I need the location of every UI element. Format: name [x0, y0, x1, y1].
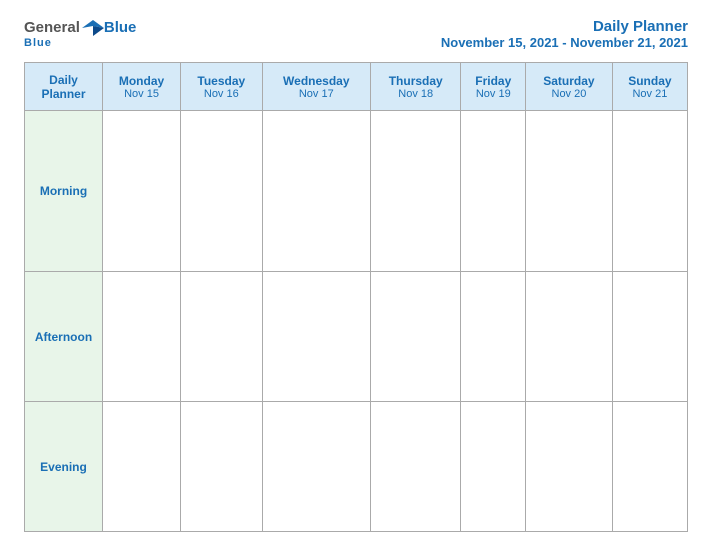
- cell-afternoon-thu[interactable]: [370, 272, 460, 402]
- cell-evening-wed[interactable]: [262, 402, 370, 532]
- logo-bird-icon: [82, 18, 104, 36]
- col-header-label: Daily Planner: [25, 63, 103, 111]
- col-header-wed: Wednesday Nov 17: [262, 63, 370, 111]
- title-main: Daily Planner: [441, 18, 688, 35]
- header-row: Daily Planner Monday Nov 15 Tuesday Nov …: [25, 63, 688, 111]
- page: General Blue Blue Daily Planner November…: [0, 0, 712, 550]
- cell-morning-mon[interactable]: [103, 111, 181, 272]
- calendar-table: Daily Planner Monday Nov 15 Tuesday Nov …: [24, 62, 688, 532]
- cell-evening-thu[interactable]: [370, 402, 460, 532]
- col-label-planner: Planner: [29, 87, 98, 101]
- logo-area: General Blue Blue: [24, 18, 136, 49]
- col-header-sun: Sunday Nov 21: [612, 63, 687, 111]
- time-label-afternoon: Afternoon: [25, 272, 103, 402]
- cell-morning-wed[interactable]: [262, 111, 370, 272]
- cell-afternoon-sat[interactable]: [526, 272, 613, 402]
- time-label-evening: Evening: [25, 402, 103, 532]
- row-evening: Evening: [25, 402, 688, 532]
- cell-afternoon-tue[interactable]: [181, 272, 263, 402]
- cell-morning-sat[interactable]: [526, 111, 613, 272]
- cell-evening-sun[interactable]: [612, 402, 687, 532]
- col-header-mon: Monday Nov 15: [103, 63, 181, 111]
- col-header-thu: Thursday Nov 18: [370, 63, 460, 111]
- logo-blue: Blue: [104, 20, 137, 35]
- cell-afternoon-wed[interactable]: [262, 272, 370, 402]
- cell-evening-mon[interactable]: [103, 402, 181, 532]
- cell-evening-sat[interactable]: [526, 402, 613, 532]
- time-label-morning: Morning: [25, 111, 103, 272]
- cell-morning-fri[interactable]: [461, 111, 526, 272]
- logo-sub: Blue: [24, 37, 52, 49]
- cell-morning-tue[interactable]: [181, 111, 263, 272]
- cell-evening-tue[interactable]: [181, 402, 263, 532]
- col-header-sat: Saturday Nov 20: [526, 63, 613, 111]
- logo-general: General: [24, 20, 80, 35]
- cell-morning-thu[interactable]: [370, 111, 460, 272]
- header: General Blue Blue Daily Planner November…: [24, 18, 688, 50]
- logo-text: General Blue: [24, 18, 136, 36]
- cell-evening-fri[interactable]: [461, 402, 526, 532]
- cell-morning-sun[interactable]: [612, 111, 687, 272]
- row-afternoon: Afternoon: [25, 272, 688, 402]
- row-morning: Morning: [25, 111, 688, 272]
- cell-afternoon-mon[interactable]: [103, 272, 181, 402]
- title-date: November 15, 2021 - November 21, 2021: [441, 35, 688, 50]
- col-header-tue: Tuesday Nov 16: [181, 63, 263, 111]
- cell-afternoon-sun[interactable]: [612, 272, 687, 402]
- title-area: Daily Planner November 15, 2021 - Novemb…: [441, 18, 688, 50]
- col-label-daily: Daily: [29, 73, 98, 87]
- col-header-fri: Friday Nov 19: [461, 63, 526, 111]
- cell-afternoon-fri[interactable]: [461, 272, 526, 402]
